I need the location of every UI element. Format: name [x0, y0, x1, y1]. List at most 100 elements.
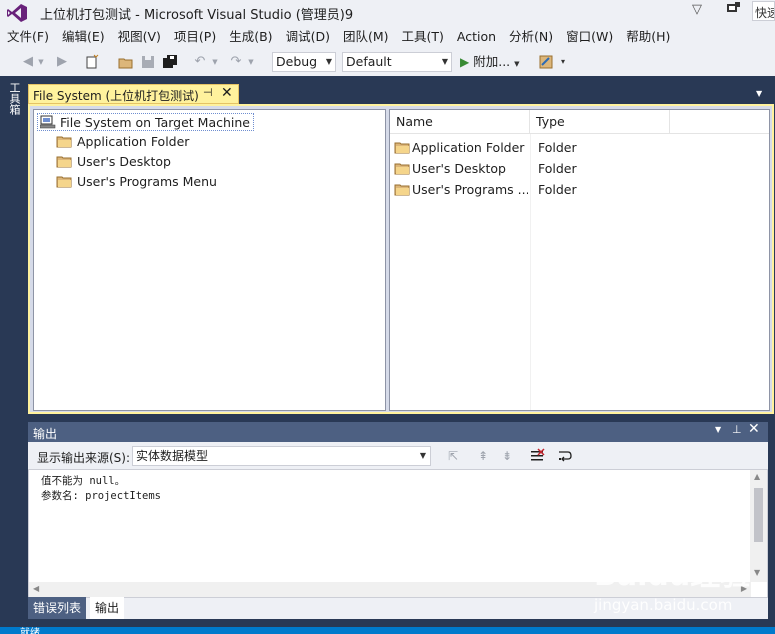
scrollbar-thumb[interactable] [754, 488, 763, 542]
properties-icon[interactable] [538, 54, 554, 70]
folder-icon [56, 136, 72, 148]
output-source-label: 显示输出来源(S): [37, 451, 131, 465]
list-item[interactable]: User's Desktop Folder [394, 159, 764, 179]
menu-analyze[interactable]: 分析(N) [502, 26, 559, 48]
list-item[interactable]: Application Folder Folder [394, 138, 764, 158]
menu-help[interactable]: 帮助(H) [619, 26, 676, 48]
close-icon[interactable]: ✕ [221, 85, 233, 101]
pin-icon[interactable]: ⊣ [203, 86, 213, 99]
redo-dropdown-icon[interactable]: ▼ [246, 54, 256, 70]
attach-button[interactable]: ▶ 附加... ▼ [460, 53, 520, 71]
save-all-icon[interactable] [162, 54, 178, 70]
output-line: 参数名: projectItems [41, 490, 162, 502]
chevron-down-icon: ▼ [325, 57, 332, 66]
navigate-back-icon[interactable]: ◀ [20, 54, 36, 70]
redo-icon[interactable]: ↷ [228, 54, 244, 70]
menu-file[interactable]: 文件(F) [0, 26, 55, 48]
file-system-tree: File System on Target Machine Applicatio… [33, 109, 386, 411]
solution-platform-select[interactable]: Default ▼ [342, 52, 452, 72]
list-header: Name Type [390, 110, 769, 134]
new-project-icon[interactable] [84, 54, 100, 70]
window-title: 上位机打包测试 - Microsoft Visual Studio (管理员)9 [40, 8, 354, 23]
tree-item-label: User's Desktop [77, 154, 171, 169]
tab-file-system-label: File System (上位机打包测试) [33, 89, 199, 103]
tab-file-system[interactable]: File System (上位机打包测试) ⊣ ✕ [28, 84, 239, 104]
list-item-type: Folder [538, 161, 577, 176]
navigate-back-dropdown-icon[interactable]: ▼ [36, 54, 46, 70]
undo-icon[interactable]: ↶ [192, 54, 208, 70]
clear-all-icon[interactable] [528, 447, 546, 465]
open-file-icon[interactable] [118, 54, 134, 70]
toggle-word-wrap-icon[interactable] [556, 447, 574, 465]
next-message-icon[interactable]: ⇟ [498, 447, 516, 465]
tree-item-label: User's Programs Menu [77, 174, 217, 189]
menu-debug[interactable]: 调试(D) [279, 26, 336, 48]
scroll-up-icon[interactable]: ▲ [754, 472, 760, 481]
folder-icon [394, 184, 410, 196]
notification-filter-icon[interactable]: ▽ [692, 2, 706, 17]
menu-action[interactable]: Action [450, 26, 502, 48]
tab-output[interactable]: 输出 [90, 597, 125, 619]
list-item-name: User's Desktop [412, 161, 506, 176]
toolbar-overflow-icon[interactable]: ▾ [558, 54, 568, 70]
output-line: 值不能为 null。 [41, 475, 126, 487]
tree-item-label: Application Folder [77, 134, 190, 149]
feedback-icon[interactable] [725, 1, 741, 17]
attach-label: 附加... [473, 54, 511, 69]
status-bar: 就绪 [0, 627, 775, 634]
menu-build[interactable]: 生成(B) [222, 26, 278, 48]
list-item-type: Folder [538, 182, 577, 197]
list-item[interactable]: User's Programs ... Folder [394, 180, 764, 200]
quick-launch-input[interactable]: 快速 [752, 1, 775, 21]
tab-error-list[interactable]: 错误列表 [28, 597, 87, 619]
output-toolbar: 显示输出来源(S): 实体数据模型 ▼ ⇱ ⇞ ⇟ [28, 442, 768, 469]
close-icon[interactable]: ✕ [748, 421, 760, 437]
list-item-type: Folder [538, 140, 577, 155]
watermark-brand: Baidu经验 [594, 558, 751, 593]
previous-message-icon[interactable]: ⇞ [474, 447, 492, 465]
output-source-select[interactable]: 实体数据模型 ▼ [132, 446, 431, 466]
menu-edit[interactable]: 编辑(E) [55, 26, 111, 48]
attach-dropdown-icon: ▼ [514, 60, 520, 68]
menu-team[interactable]: 团队(M) [336, 26, 395, 48]
folder-icon [394, 142, 410, 154]
tree-item-users-desktop[interactable]: User's Desktop [56, 153, 171, 171]
folder-icon [394, 163, 410, 175]
play-icon: ▶ [460, 55, 470, 69]
navigate-forward-icon[interactable]: ▶ [54, 54, 70, 70]
file-system-list: Name Type Application Folder Folder User… [389, 109, 770, 411]
tab-overflow-icon[interactable]: ▼ [756, 89, 762, 98]
window-position-dropdown-icon[interactable]: ▼ [715, 425, 721, 434]
menu-project[interactable]: 项目(P) [167, 26, 222, 48]
solution-configuration-select[interactable]: Debug ▼ [272, 52, 336, 72]
tree-item-users-programs-menu[interactable]: User's Programs Menu [56, 173, 217, 191]
output-source-value: 实体数据模型 [136, 449, 209, 463]
list-item-name: User's Programs ... [412, 182, 528, 197]
save-icon[interactable] [140, 54, 156, 70]
pin-icon[interactable]: ⊥ [732, 423, 742, 436]
menu-window[interactable]: 窗口(W) [559, 26, 619, 48]
undo-dropdown-icon[interactable]: ▼ [210, 54, 220, 70]
tree-item-application-folder[interactable]: Application Folder [56, 133, 189, 151]
tree-item-root[interactable]: File System on Target Machine [37, 113, 254, 131]
output-title-bar: 输出 ▼ ⊥ ✕ [28, 421, 768, 442]
scroll-left-icon[interactable]: ◀ [33, 584, 39, 593]
column-header-name[interactable]: Name [390, 110, 530, 134]
solution-platform-value: Default [346, 54, 392, 69]
menu-view[interactable]: 视图(V) [111, 26, 167, 48]
file-system-editor: File System on Target Machine Applicatio… [28, 104, 774, 414]
column-header-type[interactable]: Type [530, 110, 670, 134]
visual-studio-logo-icon [7, 4, 27, 22]
go-to-location-icon[interactable]: ⇱ [444, 447, 462, 465]
watermark-url: jingyan.baidu.com [594, 596, 733, 614]
chevron-down-icon: ▼ [419, 451, 426, 460]
folder-icon [56, 156, 72, 168]
baidu-watermark: Baidu经验 jingyan.baidu.com [592, 550, 762, 620]
status-text: 就绪 [20, 628, 40, 634]
tree-item-root-label: File System on Target Machine [60, 115, 250, 130]
chevron-down-icon: ▼ [441, 57, 448, 66]
solution-configuration-value: Debug [276, 54, 318, 69]
toolbox-tab[interactable]: 工具箱 [4, 82, 21, 115]
folder-icon [56, 176, 72, 188]
menu-tools[interactable]: 工具(T) [395, 26, 450, 48]
